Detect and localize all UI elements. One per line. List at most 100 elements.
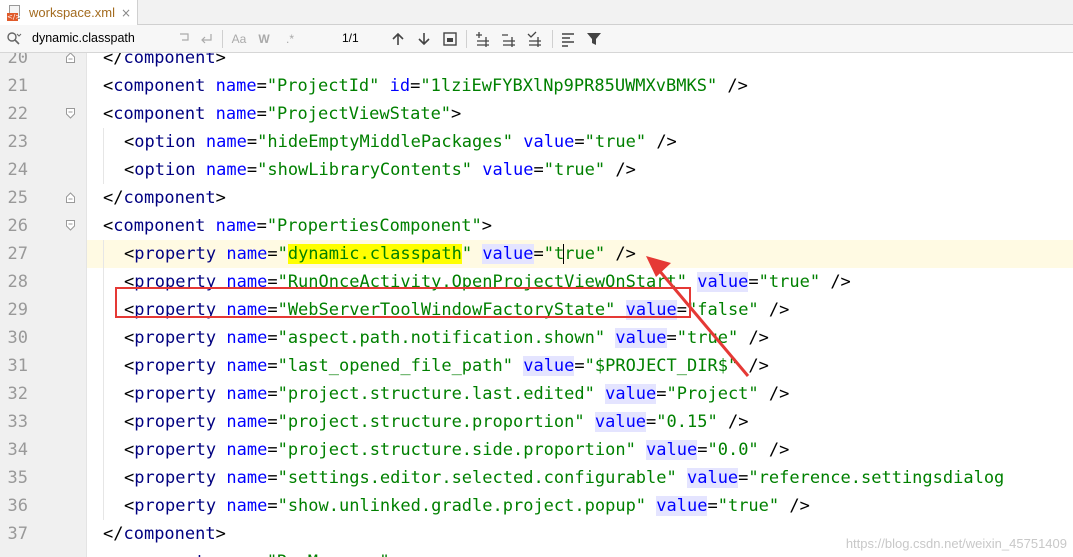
code-token: > — [481, 216, 492, 236]
code-line[interactable]: 22 <component name="ProjectViewState"> — [0, 100, 1073, 128]
fold-icon[interactable] — [66, 108, 75, 119]
arrow-up-icon[interactable] — [389, 30, 407, 48]
code-token: "project.structure.last.edited" — [277, 384, 606, 404]
clear-search-icon[interactable] — [178, 32, 192, 46]
code-text[interactable]: <property name="dynamic.classpath" value… — [124, 240, 636, 268]
code-text[interactable]: <option name="hideEmptyMiddlePackages" v… — [124, 128, 677, 156]
code-token: name — [205, 160, 247, 180]
watermark: https://blog.csdn.net/weixin_45751409 — [845, 536, 1067, 551]
code-token: "show.unlinked.gradle.project.popup" — [277, 496, 657, 516]
code-token: value — [523, 356, 575, 376]
arrow-down-icon[interactable] — [415, 30, 433, 48]
code-token: "true" — [717, 496, 790, 516]
code-token: = — [533, 160, 544, 180]
code-token: property — [134, 384, 227, 404]
code-token: = — [533, 244, 544, 264]
code-text[interactable]: </component> — [103, 520, 226, 548]
code-token: "$PROJECT_DIR$" — [584, 356, 749, 376]
code-line[interactable]: 20 </component> — [0, 53, 1073, 72]
code-line[interactable]: 30 <property name="aspect.path.notificati… — [0, 324, 1073, 352]
code-token: "Project" — [666, 384, 769, 404]
code-line[interactable]: 36 <property name="show.unlinked.gradle.p… — [0, 492, 1073, 520]
code-line[interactable]: 33 <property name="project.structure.prop… — [0, 408, 1073, 436]
divider — [222, 30, 223, 48]
code-token: < — [124, 412, 135, 432]
add-occurrence-icon[interactable] — [474, 30, 492, 48]
code-line[interactable]: 23 <option name="hideEmptyMiddlePackages"… — [0, 128, 1073, 156]
code-line[interactable]: 34 <property name="project.structure.side… — [0, 436, 1073, 464]
words-button[interactable]: W — [254, 30, 274, 48]
code-token: component — [113, 216, 216, 236]
code-text[interactable]: <property name="project.structure.side.p… — [124, 436, 789, 464]
search-result-count: 1/1 — [342, 31, 359, 45]
fold-icon[interactable] — [66, 220, 75, 231]
code-text[interactable]: <component name="RunManager"> — [103, 548, 400, 557]
code-line[interactable]: 27 <property name="dynamic.classpath" val… — [8, 240, 1073, 268]
code-line[interactable]: 24 <option name="showLibraryContents" val… — [0, 156, 1073, 184]
code-text[interactable]: <property name="last_opened_file_path" v… — [124, 352, 769, 380]
close-tab-icon[interactable]: × — [121, 6, 131, 20]
line-number: 28 — [7, 272, 28, 292]
filter-icon[interactable] — [585, 30, 603, 48]
code-text[interactable]: <component name="PropertiesComponent"> — [103, 212, 492, 240]
code-token: component — [113, 104, 216, 124]
code-token: </ — [103, 53, 124, 68]
code-text[interactable]: <component name="ProjectViewState"> — [103, 100, 461, 128]
code-line[interactable]: 25 </component> — [0, 184, 1073, 212]
code-token: < — [124, 440, 135, 460]
code-token: property — [134, 328, 227, 348]
match-case-button[interactable]: Aa — [228, 30, 250, 48]
select-all-icon[interactable] — [441, 30, 459, 48]
code-token: id — [389, 76, 411, 96]
code-editor[interactable]: 20 </component> 21 <component name="Project… — [0, 53, 1073, 557]
regex-button[interactable]: .* — [280, 30, 300, 48]
search-input[interactable]: dynamic.classpath — [32, 31, 135, 45]
code-token: > — [215, 53, 226, 68]
indent-guide — [103, 380, 104, 408]
code-token: = — [738, 468, 749, 488]
fold-icon[interactable] — [66, 53, 75, 63]
code-token: = — [574, 356, 585, 376]
code-text[interactable]: <option name="showLibraryContents" value… — [124, 156, 636, 184]
code-token: > — [451, 104, 462, 124]
code-text[interactable]: </component> — [103, 184, 226, 212]
code-token: </ — [103, 524, 124, 544]
code-text[interactable]: <property name="project.structure.propor… — [124, 408, 748, 436]
code-token: " — [461, 244, 483, 264]
code-token: option — [134, 160, 206, 180]
code-line[interactable]: 21 <component name="ProjectId" id="1lziEw… — [0, 72, 1073, 100]
code-token: = — [246, 160, 258, 180]
indent-guide — [103, 352, 104, 380]
code-token: = — [267, 328, 278, 348]
code-token: component — [123, 524, 216, 544]
code-line[interactable]: 32 <property name="project.structure.last… — [0, 380, 1073, 408]
code-text[interactable]: <property name="show.unlinked.gradle.pro… — [124, 492, 810, 520]
tab-workspace-xml[interactable]: </> workspace.xml × — [0, 0, 138, 25]
code-token: "true" — [543, 244, 616, 264]
code-token: < — [124, 244, 135, 264]
search-icon[interactable] — [6, 31, 22, 47]
code-token: < — [124, 496, 135, 516]
code-text[interactable]: </component> — [103, 53, 226, 72]
new-line-icon[interactable] — [200, 32, 214, 46]
code-token: property — [134, 356, 227, 376]
remove-occurrence-icon[interactable] — [500, 30, 518, 48]
fold-icon[interactable] — [66, 192, 75, 203]
code-text[interactable]: <component name="ProjectId" id="1lziEwFY… — [103, 72, 748, 100]
code-text[interactable]: <property name="settings.editor.selected… — [124, 464, 1004, 492]
code-line[interactable]: 35 <property name="settings.editor.select… — [0, 464, 1073, 492]
code-token: name — [215, 76, 257, 96]
line-number: 27 — [7, 244, 28, 264]
line-number: 31 — [7, 356, 28, 376]
code-token: = — [646, 412, 657, 432]
select-all-occurrences-icon[interactable] — [526, 30, 544, 48]
code-line[interactable]: 26 <component name="PropertiesComponent"> — [0, 212, 1073, 240]
code-token: name — [215, 104, 257, 124]
code-line[interactable]: 31 <property name="last_opened_file_path"… — [0, 352, 1073, 380]
code-token: component — [123, 188, 216, 208]
code-token: value — [482, 160, 534, 180]
code-text[interactable]: <property name="aspect.path.notification… — [124, 324, 769, 352]
code-token: property — [134, 244, 227, 264]
filter-options-icon[interactable] — [559, 30, 577, 48]
code-text[interactable]: <property name="project.structure.last.e… — [124, 380, 789, 408]
